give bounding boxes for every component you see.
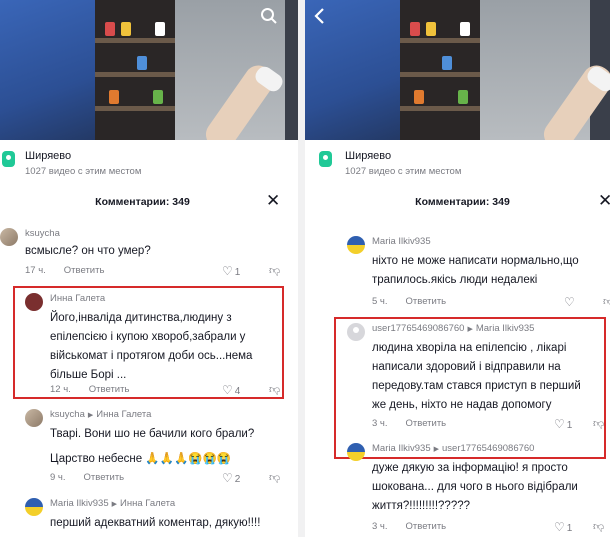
heart-icon: ♡ [222,264,233,278]
reply-arrow-icon: ▶ [467,326,473,333]
comment-item: Maria Ilkiv935 ▶ Инна Галета перший адеква… [25,498,295,537]
comment-item: user17765469086760 ▶ Maria Ilkiv935 людина… [347,323,610,455]
like-button[interactable]: ♡ 1 [554,417,572,431]
comment-time: 17 ч. [25,265,46,276]
dislike-icon[interactable]: 👎︎ [269,383,280,396]
close-icon[interactable]: ✕ [598,192,610,210]
comment-item: Maria Ilkiv935 ▶ user17765469086760 дуже д… [347,443,610,537]
search-icon[interactable] [260,7,278,29]
comment-time: 5 ч. [372,296,388,307]
comment-item: ksuycha ▶ Инна Галета Тварі. Вони шо не ба… [25,409,290,489]
like-count: 2 [234,474,241,485]
comments-header: Комментарии: 349 ✕ [0,188,305,216]
comment-author[interactable]: Maria Ilkiv935 ▶ user17765469086760 [372,443,534,454]
comment-text: Його,інваліда дитинства,людину з епілепс… [50,312,253,381]
chevron-left-icon[interactable] [313,7,325,29]
comment-time: 3 ч. [372,418,388,429]
close-icon[interactable]: ✕ [266,192,280,210]
comment-author[interactable]: Maria Ilkiv935 ▶ Инна Галета [50,498,175,509]
like-count: 1 [566,523,573,534]
comment-text: дуже дякую за інформацію! я просто шоков… [372,462,578,512]
comment-author[interactable]: Maria Ilkiv935 [372,236,431,247]
like-count: 1 [566,420,573,431]
reply-arrow-icon: ▶ [87,412,94,419]
comments-header: Комментарии: 349 ✕ [305,188,610,216]
comment-meta: 3 ч. Ответить [372,418,446,429]
comments-title: Комментарии: 349 [95,196,190,208]
dislike-icon[interactable]: 👎︎ [593,417,604,430]
comment-text: людина хворіла на епілепсію , лікарі нап… [372,342,581,411]
comment-author[interactable]: ksuycha ▶ Инна Галета [50,409,151,420]
location-bar[interactable]: Ширяево 1027 видео с этим местом [305,140,610,185]
video-preview[interactable] [305,0,610,140]
location-pin-icon [319,151,332,167]
location-bar[interactable]: Ширяево 1027 видео с этим местом [0,140,305,185]
comment-meta: 17 ч. Ответить [25,265,104,276]
reply-button[interactable]: Ответить [406,521,447,532]
comment-time: 9 ч. [50,472,66,483]
heart-icon: ♡ [554,520,565,534]
like-button[interactable]: ♡ 2 [222,471,240,485]
dislike-icon[interactable]: 👎︎ [603,295,610,308]
like-count: 4 [234,386,241,397]
location-pin-icon [2,151,15,167]
reply-button[interactable]: Ответить [89,384,130,395]
dislike-icon[interactable]: 👎︎ [593,520,604,533]
heart-icon: ♡ [564,295,575,309]
avatar[interactable] [347,443,365,461]
comment-item: Инна Галета Його,інваліда дитинства,люди… [25,293,290,398]
location-video-count: 1027 видео с этим местом [345,166,462,177]
heart-icon: ♡ [554,417,565,431]
avatar[interactable] [347,236,365,254]
comment-author[interactable]: ksuycha [25,228,60,239]
dislike-icon[interactable]: 👎︎ [269,471,280,484]
location-name: Ширяево [345,150,392,162]
location-name: Ширяево [25,150,72,162]
reply-button[interactable]: Ответить [406,418,447,429]
avatar[interactable] [25,409,43,427]
avatar[interactable] [0,228,18,246]
heart-icon: ♡ [222,471,233,485]
like-button[interactable]: ♡ 4 [222,383,240,397]
right-screenshot-panel: Ширяево 1027 видео с этим местом Коммент… [305,0,610,537]
comment-text: ніхто не може написати нормально,що трап… [372,255,579,286]
video-preview[interactable] [0,0,305,140]
comment-author[interactable]: user17765469086760 ▶ Maria Ilkiv935 [372,323,534,334]
comment-item: Maria Ilkiv935 ніхто не може написати но… [347,236,610,311]
comment-text: перший адекватний коментар, дякую!!!! [50,517,261,529]
location-video-count: 1027 видео с этим местом [25,166,142,177]
reply-arrow-icon: ▶ [111,501,117,508]
reply-button[interactable]: Ответить [406,296,447,307]
comment-item: ksuycha всмысле? он что умер? 17 ч. Ответ… [0,228,290,280]
left-screenshot-panel: Ширяево 1027 видео с этим местом Коммент… [0,0,305,537]
dislike-icon[interactable]: 👎︎ [269,264,280,277]
comment-author[interactable]: Инна Галета [50,293,105,304]
avatar[interactable] [25,293,43,311]
comment-meta: 5 ч. Ответить [372,296,446,307]
comment-meta: 9 ч. Ответить [50,472,124,483]
comment-meta: 12 ч. Ответить [50,384,129,395]
comment-text: всмысле? он что умер? [25,245,151,257]
reply-button[interactable]: Ответить [64,265,105,276]
comment-text: Тварі. Вони шо не бачили кого брали? Цар… [50,428,255,465]
like-count: 1 [234,267,241,278]
reply-button[interactable]: Ответить [84,472,125,483]
comments-title: Комментарии: 349 [415,196,510,208]
avatar[interactable] [25,498,43,516]
like-button[interactable]: ♡ 1 [554,520,572,534]
comment-time: 3 ч. [372,521,388,532]
comment-time: 12 ч. [50,384,71,395]
like-button[interactable]: ♡ [564,295,577,309]
avatar[interactable] [347,323,365,341]
panel-divider [298,0,305,537]
comment-meta: 3 ч. Ответить [372,521,446,532]
like-button[interactable]: ♡ 1 [222,264,240,278]
heart-icon: ♡ [222,383,233,397]
reply-arrow-icon: ▶ [433,446,439,453]
